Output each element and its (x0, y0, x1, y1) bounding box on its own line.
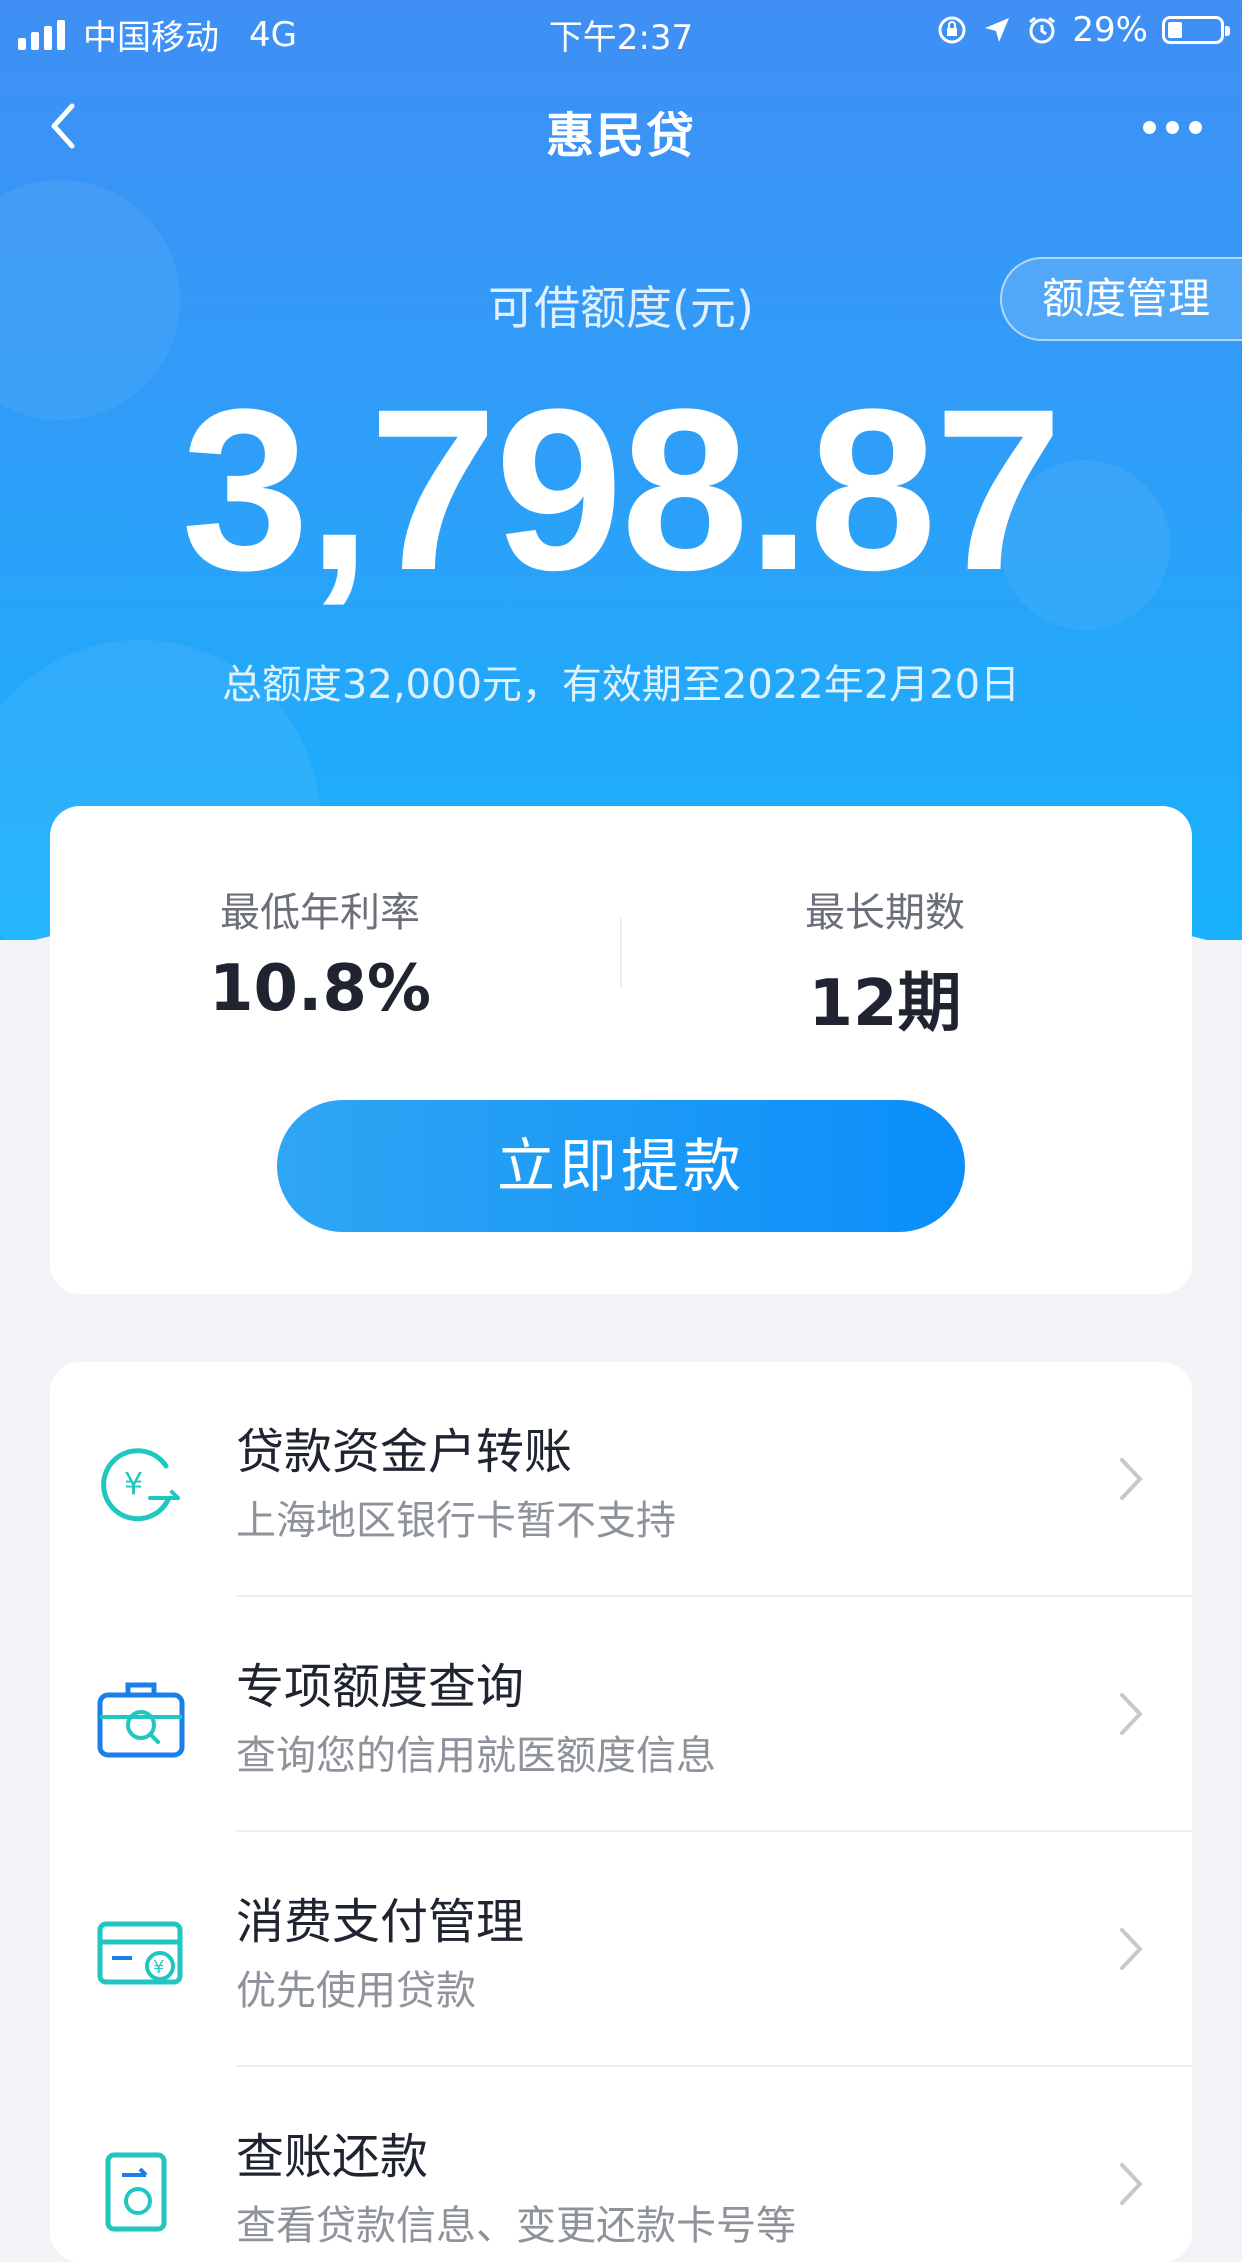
max-term-label: 最长期数 (805, 890, 965, 936)
list-item[interactable]: 专项额度查询 查询您的信用就医额度信息 (50, 1597, 1192, 1830)
max-term-value: 12期 (808, 967, 962, 1041)
chevron-right-icon (1120, 1928, 1143, 1970)
max-term-stat: 最长期数 12期 (685, 880, 1085, 1044)
chevron-right-icon (1120, 2163, 1143, 2205)
limit-manage-button[interactable]: 额度管理 (1000, 257, 1242, 341)
alarm-icon (1029, 16, 1056, 44)
loan-summary-card: 最低年利率 10.8% 最长期数 12期 立即提款 (50, 806, 1192, 1294)
nav-bar: 惠民贷 (0, 62, 1242, 192)
more-icon[interactable] (1143, 102, 1202, 152)
svg-text:¥: ¥ (153, 1957, 164, 1978)
menu-title: 查账还款 (236, 2129, 429, 2185)
services-card: ¥ 贷款资金户转账 上海地区银行卡暂不支持 专项额度查询 查询您的信用就医额度信… (50, 1362, 1192, 2262)
page-title: 惠民贷 (545, 108, 696, 164)
menu-title: 专项额度查询 (236, 1659, 525, 1715)
menu-subtitle: 查看贷款信息、变更还款卡号等 (236, 2203, 796, 2249)
menu-subtitle: 查询您的信用就医额度信息 (236, 1733, 716, 1779)
list-item[interactable]: ¥ 消费支付管理 优先使用贷款 (50, 1832, 1192, 2065)
total-limit-info: 总额度32,000元，有效期至2022年2月20日 (221, 662, 1021, 708)
min-rate-stat: 最低年利率 10.8% (120, 880, 520, 1026)
list-item[interactable]: 查账还款 查看贷款信息、变更还款卡号等 (50, 2067, 1192, 2262)
rotation-lock-icon (938, 16, 966, 44)
clock: 下午2:37 (548, 18, 694, 58)
chevron-right-icon (1120, 1693, 1143, 1735)
location-icon (985, 18, 1010, 42)
chevron-right-icon (1120, 1458, 1143, 1500)
battery-icon (1162, 16, 1230, 44)
bill-repay-icon (105, 2152, 167, 2232)
status-bar: 中国移动 4G 下午2:37 29% (0, 0, 1242, 62)
min-rate-label: 最低年利率 (220, 890, 420, 936)
menu-title: 消费支付管理 (236, 1894, 525, 1950)
menu-subtitle: 上海地区银行卡暂不支持 (236, 1498, 676, 1544)
min-rate-value: 10.8% (208, 952, 432, 1026)
yuan-transfer-icon: ¥ (101, 1448, 180, 1522)
medical-kit-search-icon (97, 1682, 185, 1758)
card-payment-icon: ¥ (97, 1921, 183, 1985)
battery-percent: 29% (1072, 10, 1148, 50)
menu-subtitle: 优先使用贷款 (236, 1968, 476, 2014)
menu-title: 贷款资金户转账 (236, 1424, 573, 1480)
available-amount: 3,798.87 (181, 361, 1062, 618)
withdraw-now-button[interactable]: 立即提款 (277, 1100, 965, 1232)
list-item[interactable]: ¥ 贷款资金户转账 上海地区银行卡暂不支持 (50, 1362, 1192, 1595)
stat-divider (620, 918, 622, 988)
svg-text:¥: ¥ (124, 1467, 143, 1502)
